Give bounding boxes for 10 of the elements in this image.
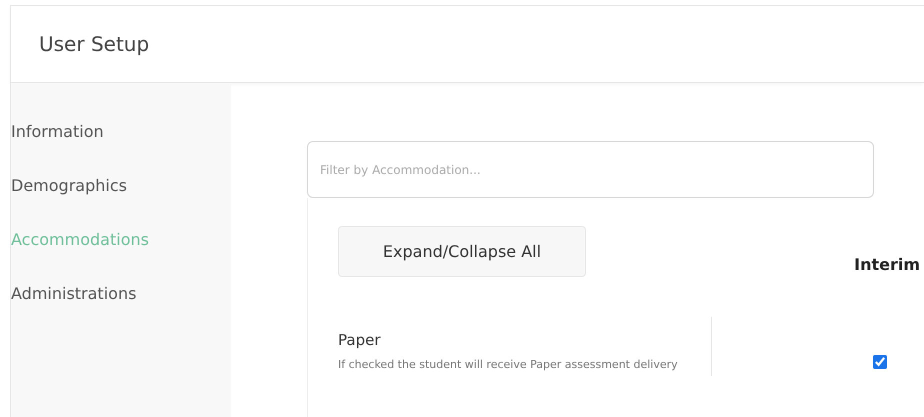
- accommodation-name: Paper: [338, 331, 382, 349]
- filter-field[interactable]: Filter by Accommodation...: [307, 141, 874, 198]
- sidebar-item[interactable]: Information: [11, 120, 231, 144]
- expand-collapse-button[interactable]: Expand/Collapse All: [338, 226, 586, 277]
- column-header: Interim: [854, 255, 920, 274]
- interim-checkbox[interactable]: [873, 355, 887, 369]
- sidebar-item[interactable]: Administrations: [11, 282, 231, 306]
- page-title: User Setup: [39, 32, 150, 56]
- accommodation-description: If checked the student will receive Paper assessment delivery: [338, 357, 678, 373]
- sidebar-item[interactable]: Demographics: [11, 174, 231, 198]
